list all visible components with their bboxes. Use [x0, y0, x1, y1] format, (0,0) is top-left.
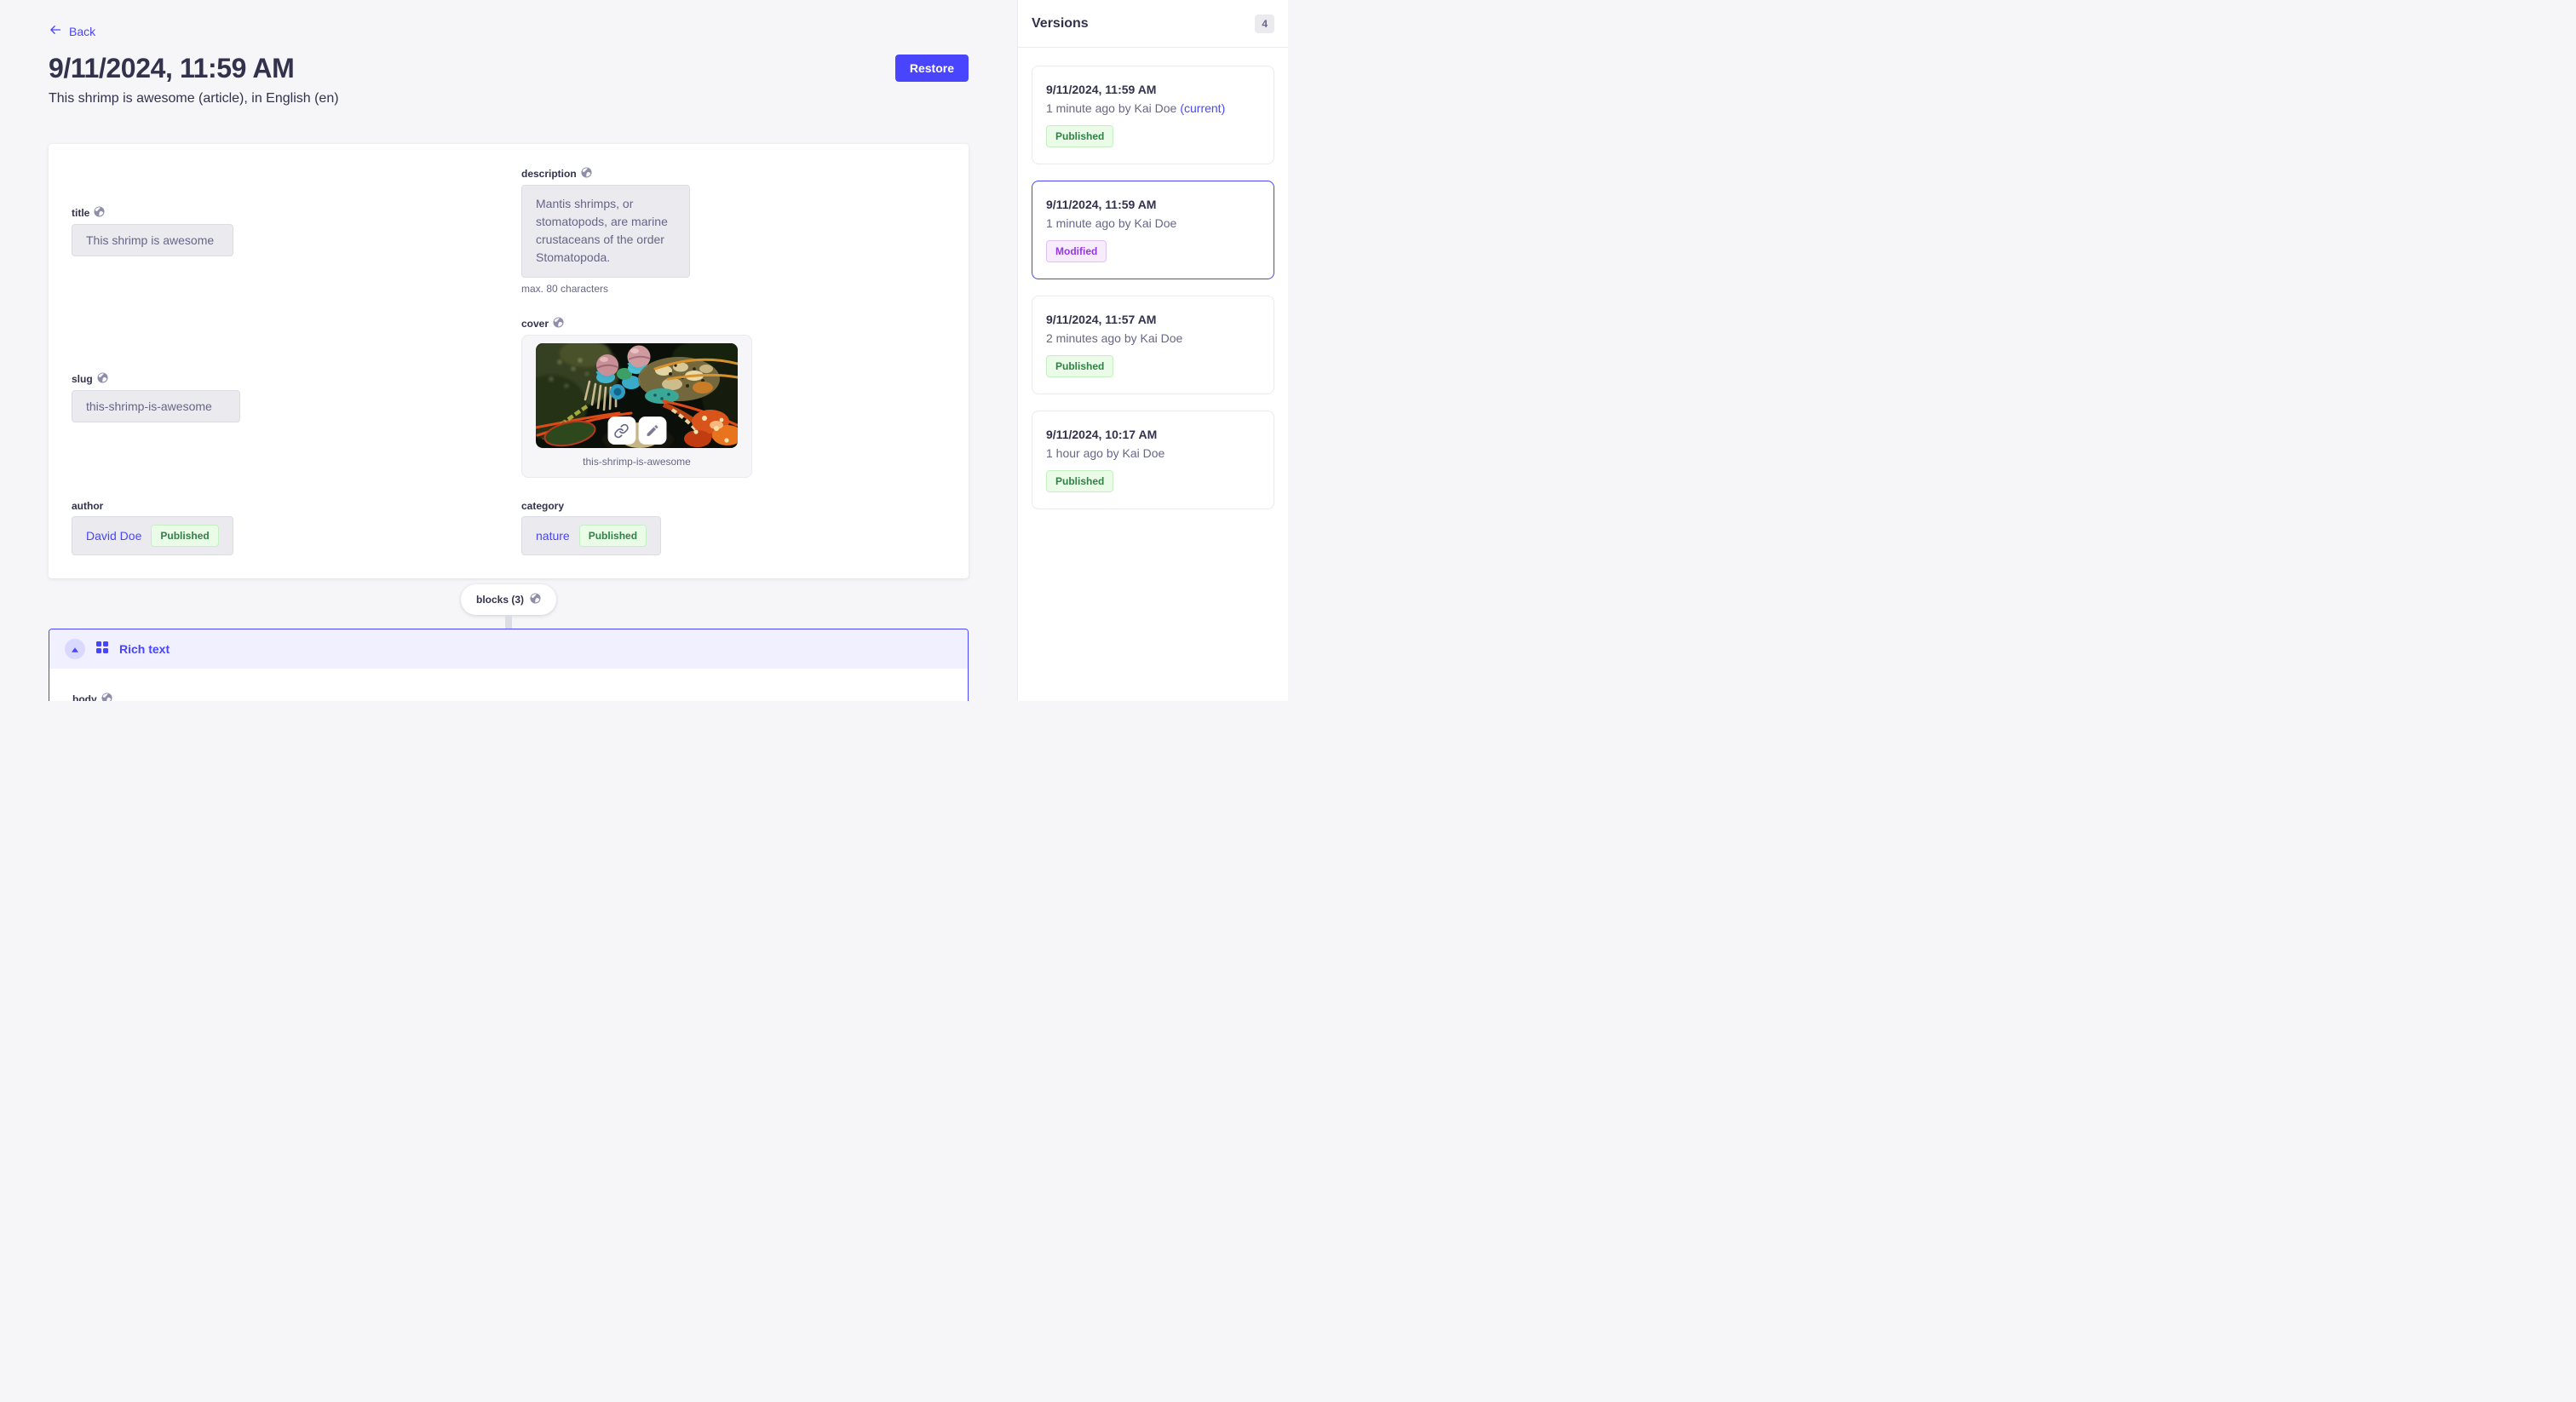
field-description: description Mantis shrimps, or stomatopo… [521, 167, 946, 295]
version-card[interactable]: 9/11/2024, 10:17 AM 1 hour ago by Kai Do… [1032, 411, 1274, 509]
back-arrow-icon [49, 23, 62, 39]
description-hint: max. 80 characters [521, 283, 946, 295]
field-title: title [72, 206, 496, 256]
versions-sidebar-header: Versions 4 [1018, 0, 1288, 48]
component-grid-icon [96, 641, 108, 658]
blocks-field-pill: blocks (3) [461, 584, 556, 615]
chevron-up-icon [71, 643, 79, 656]
field-category: category nature Published [521, 500, 946, 555]
version-status-badge: Published [1046, 125, 1113, 147]
back-label: Back [69, 25, 95, 38]
category-relation-box: nature Published [521, 516, 661, 555]
version-status-badge: Modified [1046, 240, 1107, 262]
category-status-badge: Published [579, 525, 647, 547]
globe-icon [553, 317, 564, 330]
author-relation-link[interactable]: David Doe [86, 529, 141, 543]
version-date: 9/11/2024, 11:59 AM [1046, 198, 1260, 211]
author-relation-box: David Doe Published [72, 516, 233, 555]
field-author: author David Doe Published [72, 500, 496, 555]
globe-icon [97, 372, 108, 386]
version-current-label: (current) [1180, 101, 1225, 115]
version-date: 9/11/2024, 10:17 AM [1046, 428, 1260, 441]
back-link[interactable]: Back [49, 23, 95, 39]
blocks-field: blocks (3) [49, 584, 969, 629]
globe-icon [94, 206, 105, 220]
richtext-component-block: Rich text body [49, 629, 969, 701]
author-status-badge: Published [151, 525, 218, 547]
version-status-badge: Published [1046, 355, 1113, 377]
page-title: 9/11/2024, 11:59 AM [49, 53, 294, 83]
component-name: Rich text [119, 642, 170, 656]
richtext-component-body: body [49, 669, 968, 701]
blocks-field-label: blocks (3) [476, 594, 524, 606]
version-meta: 1 hour ago by Kai Doe [1046, 446, 1260, 460]
field-cover: cover [521, 317, 946, 478]
version-meta: 1 minute ago by Kai Doe (current) [1046, 101, 1260, 115]
blocks-connector [505, 615, 512, 629]
cover-media-card: this-shrimp-is-awesome [521, 335, 752, 478]
globe-icon [530, 593, 541, 606]
cover-caption: this-shrimp-is-awesome [536, 456, 738, 468]
cover-image [536, 343, 738, 448]
field-slug: slug [72, 372, 496, 422]
restore-button[interactable]: Restore [895, 55, 969, 82]
globe-icon [581, 167, 592, 181]
version-date: 9/11/2024, 11:59 AM [1046, 83, 1260, 96]
version-meta-text: 1 minute ago by Kai Doe [1046, 101, 1176, 115]
cover-field-label: cover [521, 318, 549, 330]
title-field-label: title [72, 207, 89, 219]
title-input [72, 224, 233, 256]
edit-button[interactable] [638, 417, 666, 445]
link-icon [614, 423, 630, 439]
versions-sidebar: Versions 4 9/11/2024, 11:59 AM 1 minute … [1017, 0, 1288, 701]
description-field-label: description [521, 168, 577, 180]
slug-field-label: slug [72, 373, 93, 385]
slug-input [72, 390, 240, 422]
category-relation-link[interactable]: nature [536, 529, 570, 543]
main-content: Back 9/11/2024, 11:59 AM Restore This sh… [0, 0, 1017, 701]
category-field-label: category [521, 500, 564, 512]
copy-link-button[interactable] [607, 417, 635, 445]
collapse-button[interactable] [65, 639, 85, 659]
version-date: 9/11/2024, 11:57 AM [1046, 313, 1260, 326]
version-card[interactable]: 9/11/2024, 11:57 AM 2 minutes ago by Kai… [1032, 296, 1274, 394]
description-textarea: Mantis shrimps, or stomatopods, are mari… [521, 185, 690, 278]
richtext-component-header: Rich text [49, 629, 968, 669]
version-fields-card: title description Mantis [49, 144, 969, 578]
version-status-badge: Published [1046, 470, 1113, 492]
version-list: 9/11/2024, 11:59 AM 1 minute ago by Kai … [1018, 48, 1288, 527]
globe-icon [101, 692, 112, 701]
pencil-icon [645, 423, 659, 438]
page-subtitle: This shrimp is awesome (article), in Eng… [49, 91, 969, 106]
versions-count-badge: 4 [1255, 14, 1274, 33]
version-card-selected[interactable]: 9/11/2024, 11:59 AM 1 minute ago by Kai … [1032, 181, 1274, 279]
cover-actions [607, 417, 666, 445]
body-field-label: body [72, 693, 97, 701]
version-meta: 1 minute ago by Kai Doe [1046, 216, 1260, 230]
versions-heading: Versions [1032, 16, 1089, 32]
version-card[interactable]: 9/11/2024, 11:59 AM 1 minute ago by Kai … [1032, 66, 1274, 164]
version-meta: 2 minutes ago by Kai Doe [1046, 331, 1260, 345]
author-field-label: author [72, 500, 103, 512]
